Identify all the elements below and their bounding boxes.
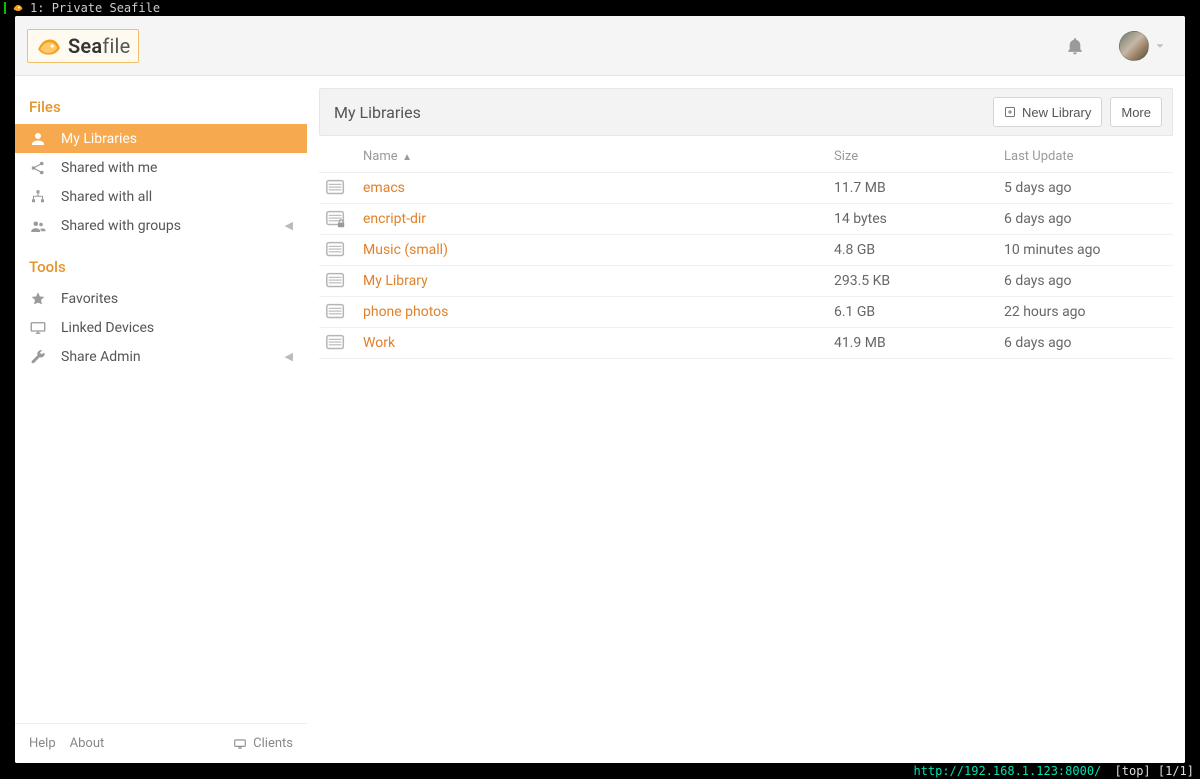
sidebar-item-shared-with-groups[interactable]: Shared with groups ◀ (15, 211, 307, 240)
sidebar-item-shared-with-me[interactable]: Shared with me (15, 153, 307, 182)
library-size: 293.5 KB (828, 265, 998, 296)
sidebar-item-label: Linked Devices (61, 320, 293, 336)
column-header-name[interactable]: Name ▲ (357, 142, 828, 172)
library-name-link[interactable]: phone photos (363, 304, 448, 320)
table-row: My Library 293.5 KB6 days ago (319, 265, 1173, 296)
sidebar-footer: Help About Clients (15, 723, 307, 763)
library-icon (325, 332, 351, 354)
footer-clients-label: Clients (253, 736, 293, 751)
library-name-link[interactable]: emacs (363, 180, 405, 196)
column-header-last-update[interactable]: Last Update (998, 142, 1173, 172)
panel-header: My Libraries New Library More (319, 88, 1173, 136)
footer-clients-link[interactable]: Clients (233, 736, 293, 751)
sidebar-item-favorites[interactable]: Favorites (15, 284, 307, 313)
window-tab-label: 1: Private Seafile (30, 0, 160, 16)
topbar: Seafile (15, 16, 1185, 76)
sidebar-item-label: Shared with all (61, 189, 293, 205)
library-size: 14 bytes (828, 203, 998, 234)
library-updated: 6 days ago (998, 327, 1173, 358)
sort-asc-icon: ▲ (400, 152, 412, 163)
sidebar-item-label: Favorites (61, 291, 293, 307)
library-icon (325, 270, 351, 292)
person-icon (29, 130, 61, 148)
new-library-label: New Library (1022, 105, 1091, 120)
footer-help-link[interactable]: Help (29, 736, 56, 751)
library-icon (325, 177, 351, 199)
sidebar-heading-files: Files (15, 94, 307, 124)
new-library-button[interactable]: New Library (993, 97, 1102, 127)
sidebar-item-linked-devices[interactable]: Linked Devices (15, 313, 307, 342)
main-panel: My Libraries New Library More (307, 76, 1185, 763)
column-header-size[interactable]: Size (828, 142, 998, 172)
sidebar-item-shared-with-all[interactable]: Shared with all (15, 182, 307, 211)
network-icon (29, 188, 61, 206)
library-name-link[interactable]: Work (363, 335, 395, 351)
app-window: Seafile Files My Libraries (15, 16, 1185, 763)
sidebar-item-label: Shared with groups (61, 218, 285, 234)
table-row: emacs 11.7 MB5 days ago (319, 172, 1173, 203)
more-label: More (1121, 105, 1151, 120)
library-updated: 5 days ago (998, 172, 1173, 203)
library-updated: 6 days ago (998, 265, 1173, 296)
group-icon (29, 217, 61, 235)
notifications-icon[interactable] (1065, 36, 1085, 56)
more-button[interactable]: More (1110, 97, 1162, 127)
sidebar-item-label: Shared with me (61, 160, 293, 176)
avatar-menu-caret-icon[interactable] (1155, 41, 1165, 51)
monitor-icon (233, 737, 247, 751)
library-name-link[interactable]: Music (small) (363, 242, 448, 258)
library-icon (325, 301, 351, 323)
status-position: [top] [1/1] (1107, 763, 1194, 779)
library-name-link[interactable]: encript-dir (363, 211, 426, 227)
table-row: phone photos 6.1 GB22 hours ago (319, 296, 1173, 327)
chevron-left-icon: ◀ (285, 350, 293, 363)
favicon-icon (12, 2, 24, 14)
table-row: Work 41.9 MB6 days ago (319, 327, 1173, 358)
panel-title: My Libraries (334, 103, 421, 122)
titlebar-indicator (4, 2, 6, 14)
table-row: Music (small) 4.8 GB10 minutes ago (319, 234, 1173, 265)
window-titlebar: 1: Private Seafile (0, 0, 1200, 16)
status-url: http://192.168.1.123:8000/ (913, 763, 1101, 779)
share-icon (29, 159, 61, 177)
sidebar-heading-tools: Tools (15, 254, 307, 284)
chevron-left-icon: ◀ (285, 219, 293, 232)
sidebar-item-share-admin[interactable]: Share Admin ◀ (15, 342, 307, 371)
library-name-link[interactable]: My Library (363, 273, 428, 289)
library-size: 6.1 GB (828, 296, 998, 327)
library-updated: 22 hours ago (998, 296, 1173, 327)
library-icon (325, 208, 351, 230)
library-icon (325, 239, 351, 261)
library-updated: 6 days ago (998, 203, 1173, 234)
wrench-icon (29, 348, 61, 366)
logo-text: Seafile (68, 34, 130, 58)
sidebar-item-label: My Libraries (61, 131, 293, 147)
plus-icon (1004, 106, 1016, 118)
brand-logo[interactable]: Seafile (27, 29, 139, 63)
sidebar-item-label: Share Admin (61, 349, 285, 365)
logo-mark-icon (36, 35, 62, 57)
table-row: encript-dir 14 bytes6 days ago (319, 203, 1173, 234)
sidebar-item-my-libraries[interactable]: My Libraries (15, 124, 307, 153)
libraries-table: Name ▲ Size Last Update emacs 11.7 MB5 da… (319, 142, 1173, 359)
status-bar: http://192.168.1.123:8000/ [top] [1/1] (0, 763, 1200, 779)
sidebar: Files My Libraries Shared with me (15, 76, 307, 763)
avatar[interactable] (1119, 31, 1149, 61)
library-size: 4.8 GB (828, 234, 998, 265)
library-size: 11.7 MB (828, 172, 998, 203)
library-size: 41.9 MB (828, 327, 998, 358)
star-icon (29, 290, 61, 308)
monitor-icon (29, 319, 61, 337)
library-updated: 10 minutes ago (998, 234, 1173, 265)
footer-about-link[interactable]: About (70, 736, 105, 751)
